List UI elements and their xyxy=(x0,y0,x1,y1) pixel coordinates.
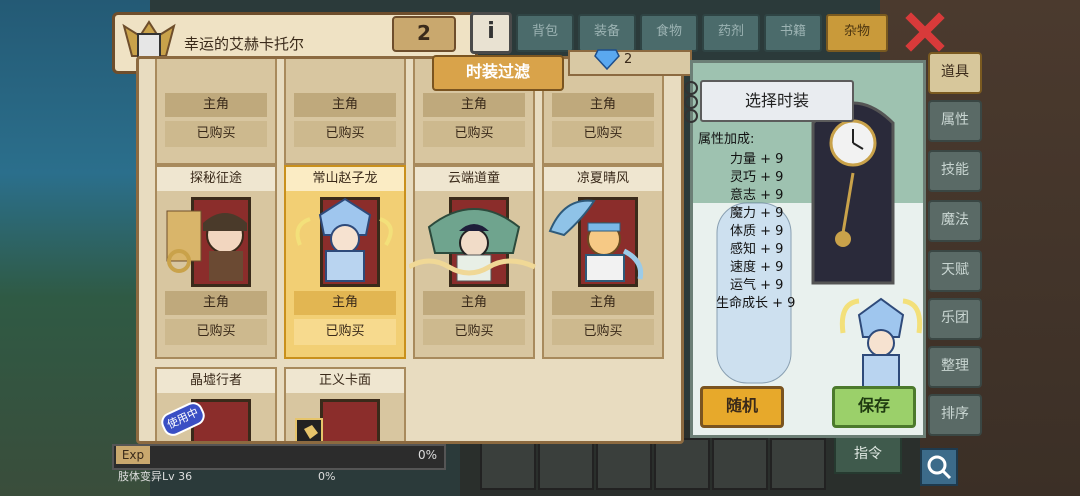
sidebar-item-talent[interactable]: 天赋 xyxy=(928,250,982,292)
sidebar-item-attributes[interactable]: 属性 xyxy=(928,100,982,142)
explorer-character-icon xyxy=(166,210,247,281)
costume-filter-modal: 主角 已购买 主角 已购买 主角 已购买 主角 已购买 探秘征途 主角 已购买 … xyxy=(136,56,684,444)
card-portrait xyxy=(286,191,404,287)
skill-slot[interactable] xyxy=(712,438,768,490)
attribute-will: 意志 + 9 xyxy=(730,188,784,203)
card-name: 晶墟行者 xyxy=(157,369,275,393)
exp-percent: 0% xyxy=(418,448,438,462)
card-deck-icon xyxy=(295,418,323,441)
card-role: 主角 xyxy=(423,93,525,117)
info-button[interactable]: i xyxy=(470,12,512,54)
save-button[interactable]: 保存 xyxy=(832,386,916,428)
zhao-zilong-preview-icon xyxy=(839,297,923,388)
card-status: 已购买 xyxy=(552,121,654,147)
card-status: 已购买 xyxy=(294,121,396,147)
attribute-dexterity: 灵巧 + 9 xyxy=(730,170,784,185)
card-role: 主角 xyxy=(294,291,396,315)
attribute-strength: 力量 + 9 xyxy=(730,152,784,167)
ring-binder-icon xyxy=(684,81,698,123)
attribute-speed: 速度 + 9 xyxy=(730,260,784,275)
card-name: 探秘征途 xyxy=(157,167,275,191)
card-role: 主角 xyxy=(165,291,267,315)
tab-backpack[interactable]: 背包 xyxy=(516,14,574,52)
card-portrait xyxy=(544,191,662,287)
card-name: 常山赵子龙 xyxy=(286,167,404,191)
close-icon[interactable] xyxy=(905,12,945,52)
skill-percent: 0% xyxy=(318,470,336,483)
skill-level: 肢体变异Lv 36 xyxy=(118,470,193,483)
tab-food[interactable]: 食物 xyxy=(640,14,698,52)
costume-card[interactable]: 主角 已购买 xyxy=(284,59,406,165)
attribute-luck: 运气 + 9 xyxy=(730,278,784,293)
card-status: 已购买 xyxy=(552,319,654,345)
background-water xyxy=(0,0,150,496)
preview-title: 选择时装 xyxy=(700,80,854,122)
level-badge: 2 xyxy=(392,16,456,52)
zhao-zilong-character-icon xyxy=(295,197,393,282)
exp-bar xyxy=(112,444,446,470)
gem-count: 2 xyxy=(624,52,633,67)
card-portrait: 使用中 xyxy=(157,393,275,441)
attribute-perception: 感知 + 9 xyxy=(730,242,784,257)
sidebar-item-skills[interactable]: 技能 xyxy=(928,150,982,192)
random-button[interactable]: 随机 xyxy=(700,386,784,428)
diamond-icon xyxy=(594,49,620,70)
tab-misc[interactable]: 杂物 xyxy=(826,14,888,52)
card-name: 凉夏晴风 xyxy=(544,167,662,191)
sidebar-item-items[interactable]: 道具 xyxy=(928,52,982,94)
character-name: 幸运的艾赫卡托尔 xyxy=(184,35,305,53)
costume-card-crystal-walker[interactable]: 晶墟行者 使用中 xyxy=(155,367,277,441)
attribute-bonus-title: 属性加成: xyxy=(698,132,755,147)
card-name: 正义卡面 xyxy=(286,369,404,393)
sidebar-item-organize[interactable]: 整理 xyxy=(928,346,982,388)
costume-card-zhao-zilong[interactable]: 常山赵子龙 主角 已购买 xyxy=(284,165,406,359)
attribute-constitution: 体质 + 9 xyxy=(730,224,784,239)
card-role: 主角 xyxy=(423,291,525,315)
card-status: 已购买 xyxy=(294,319,396,345)
card-name: 云端道童 xyxy=(415,167,533,191)
attribute-magic: 魔力 + 9 xyxy=(730,206,784,221)
card-role: 主角 xyxy=(552,291,654,315)
card-status: 已购买 xyxy=(423,319,525,345)
card-status: 已购买 xyxy=(423,121,525,147)
skill-slot[interactable] xyxy=(596,438,652,490)
skill-slot[interactable] xyxy=(770,438,826,490)
command-button[interactable]: 指令 xyxy=(834,436,902,474)
sidebar-item-sort[interactable]: 排序 xyxy=(928,394,982,436)
tab-equipment[interactable]: 装备 xyxy=(578,14,636,52)
modal-title: 时装过滤 xyxy=(432,55,564,91)
summer-breeze-character-icon xyxy=(548,199,644,282)
card-portrait xyxy=(286,393,404,441)
tab-potion[interactable]: 药剂 xyxy=(702,14,760,52)
skill-slot[interactable] xyxy=(654,438,710,490)
card-role: 主角 xyxy=(165,93,267,117)
costume-card-summer-breeze[interactable]: 凉夏晴风 主角 已购买 xyxy=(542,165,664,359)
costume-card[interactable]: 主角 已购买 xyxy=(155,59,277,165)
exp-label: Exp xyxy=(116,446,150,464)
costume-card-justice-card[interactable]: 正义卡面 xyxy=(284,367,406,441)
tab-books[interactable]: 书籍 xyxy=(764,14,822,52)
card-status: 已购买 xyxy=(165,319,267,345)
skill-slot[interactable] xyxy=(480,438,536,490)
search-icon[interactable] xyxy=(920,448,958,486)
attribute-growth: 生命成长 + 9 xyxy=(716,296,796,311)
costume-card-cloud-taoist[interactable]: 云端道童 主角 已购买 xyxy=(409,165,537,359)
card-portrait xyxy=(409,191,537,287)
cloud-taoist-character-icon xyxy=(409,208,537,282)
costume-card-explorer[interactable]: 探秘征途 主角 已购买 xyxy=(155,165,277,359)
card-status: 已购买 xyxy=(165,121,267,147)
card-role: 主角 xyxy=(294,93,396,117)
sidebar-item-band[interactable]: 乐团 xyxy=(928,298,982,340)
card-portrait xyxy=(157,191,275,287)
sidebar-item-magic[interactable]: 魔法 xyxy=(928,200,982,242)
card-role: 主角 xyxy=(552,93,654,117)
skill-slot[interactable] xyxy=(538,438,594,490)
